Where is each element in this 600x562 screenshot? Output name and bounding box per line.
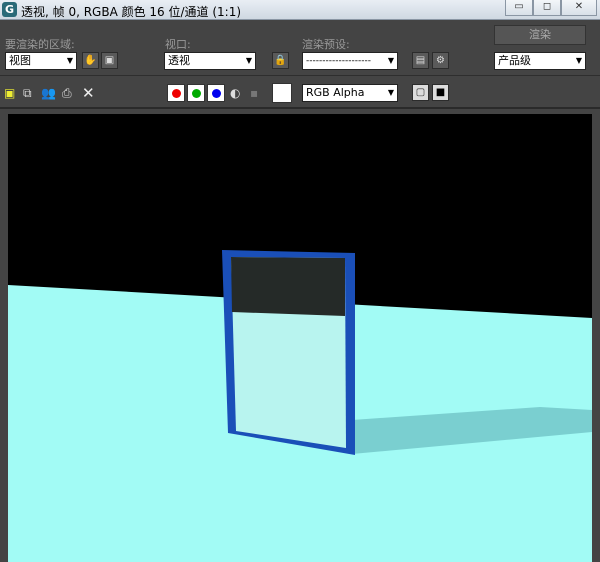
- clone-icon[interactable]: 👥: [41, 86, 56, 100]
- mono-icon[interactable]: ▪: [250, 86, 258, 100]
- channel-value: RGB Alpha: [306, 86, 365, 99]
- glass-reflection: [231, 257, 345, 316]
- quality-value: 产品级: [498, 54, 531, 67]
- area-select[interactable]: 视图 ▼: [5, 52, 77, 70]
- close-button[interactable]: ✕: [561, 0, 597, 16]
- viewport-value: 透视: [168, 54, 190, 67]
- viewport-label: 视口:: [165, 38, 191, 51]
- area-value: 视图: [9, 54, 31, 67]
- rendered-image: [8, 114, 592, 562]
- alpha-icon[interactable]: ◐: [230, 86, 240, 100]
- green-channel-toggle[interactable]: [187, 84, 205, 102]
- lock-icon[interactable]: 🔒: [272, 52, 289, 69]
- clear-icon[interactable]: ✕: [82, 84, 95, 102]
- render-button[interactable]: 渲染: [494, 25, 586, 45]
- quality-select[interactable]: 产品级 ▼: [494, 52, 586, 70]
- divider: [0, 75, 600, 76]
- save-icon[interactable]: ▣: [4, 86, 15, 100]
- window-title: 透视, 帧 0, RGBA 颜色 16 位/通道 (1:1): [21, 5, 242, 19]
- maximize-button[interactable]: ◻: [533, 0, 561, 16]
- chevron-down-icon: ▼: [575, 56, 582, 65]
- overlay-icon[interactable]: ▢: [412, 84, 429, 101]
- copy-icon[interactable]: ⧉: [23, 86, 32, 101]
- blue-channel-toggle[interactable]: [207, 84, 225, 102]
- title-bar: G 透视, 帧 0, RGBA 颜色 16 位/通道 (1:1) ▭ ◻ ✕: [0, 0, 600, 20]
- preset-select[interactable]: -------------------- ▼: [302, 52, 398, 70]
- channel-select[interactable]: RGB Alpha ▼: [302, 84, 398, 102]
- display-icon[interactable]: ■: [432, 84, 449, 101]
- chevron-down-icon: ▼: [387, 88, 394, 97]
- render-setup-icon[interactable]: ▤: [412, 52, 429, 69]
- chevron-down-icon: ▼: [66, 56, 73, 65]
- area-label: 要渲染的区域:: [5, 38, 75, 51]
- red-channel-toggle[interactable]: [167, 84, 185, 102]
- viewport-select[interactable]: 透视 ▼: [164, 52, 256, 70]
- chevron-down-icon: ▼: [387, 56, 394, 65]
- auto-region-icon[interactable]: ▣: [101, 52, 118, 69]
- color-swatch[interactable]: [272, 83, 292, 103]
- preset-value: --------------------: [306, 56, 371, 66]
- app-icon: G: [2, 2, 17, 17]
- environment-icon[interactable]: ⚙: [432, 52, 449, 69]
- edit-region-icon[interactable]: ✋: [82, 52, 99, 69]
- print-icon[interactable]: ⎙: [62, 86, 72, 101]
- preset-label: 渲染预设:: [302, 38, 350, 51]
- chevron-down-icon: ▼: [245, 56, 252, 65]
- minimize-button[interactable]: ▭: [505, 0, 533, 16]
